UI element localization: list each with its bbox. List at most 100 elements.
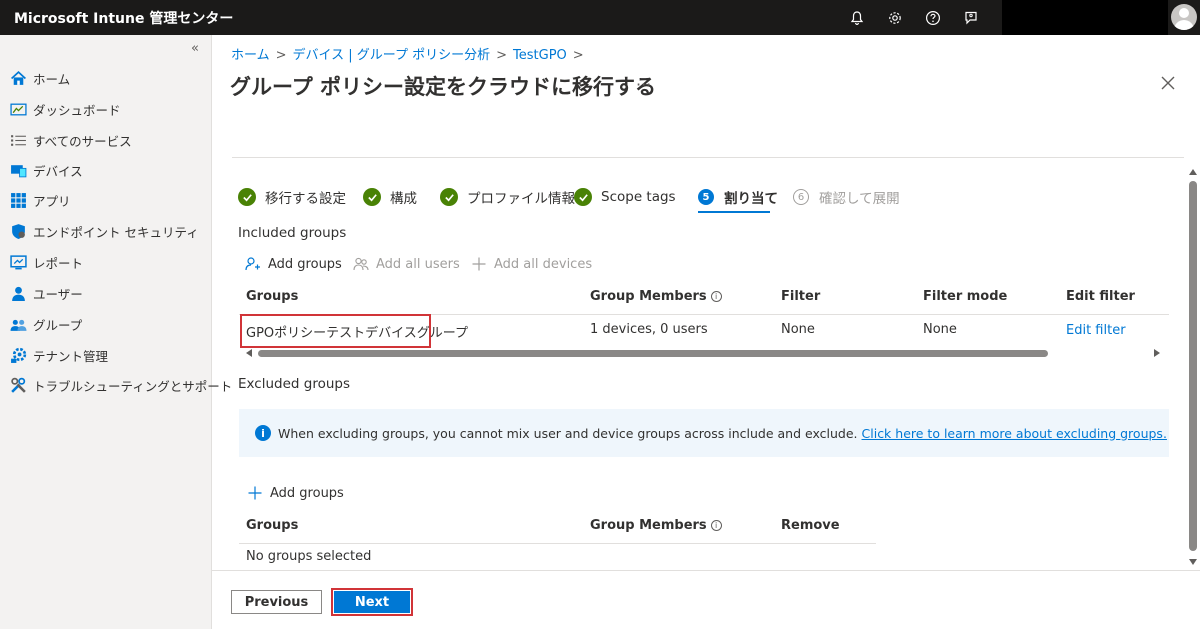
device-icon — [9, 161, 27, 179]
sidebar-item-home[interactable]: ホーム — [9, 64, 70, 92]
hscroll-thumb[interactable] — [258, 350, 1048, 357]
add-excluded-groups-button[interactable]: Add groups — [247, 483, 344, 503]
step-number: 6 — [793, 189, 809, 205]
avatar[interactable] — [1171, 4, 1197, 30]
account-info[interactable] — [1002, 0, 1168, 35]
bell-icon[interactable] — [846, 7, 868, 29]
footer-divider — [212, 570, 1200, 571]
scroll-right-icon[interactable] — [1154, 349, 1160, 357]
app-title[interactable]: Microsoft Intune 管理センター — [14, 8, 233, 28]
sidebar-item-devices[interactable]: デバイス — [9, 156, 83, 184]
page-title: グループ ポリシー設定をクラウドに移行する — [230, 75, 657, 99]
step-number: 5 — [698, 189, 714, 205]
previous-button[interactable]: Previous — [231, 590, 322, 614]
sidebar-item-label: すべてのサービス — [33, 133, 132, 149]
add-all-users-button[interactable]: Add all users — [353, 254, 460, 274]
col-label: Group Members — [590, 289, 707, 304]
breadcrumb-separator: > — [572, 48, 584, 63]
check-icon — [440, 188, 458, 206]
sidebar-item-all-services[interactable]: すべてのサービス — [9, 126, 132, 154]
check-icon — [574, 188, 592, 206]
excluded-col-remove: Remove — [781, 518, 840, 533]
users-icon — [353, 257, 369, 271]
sidebar-item-troubleshooting[interactable]: トラブルシューティングとサポート — [9, 371, 232, 399]
user-icon — [9, 284, 27, 302]
excluded-col-groups: Groups — [246, 518, 299, 533]
home-icon — [9, 69, 27, 87]
learn-more-excluding-link[interactable]: Click here to learn more about excluding… — [862, 426, 1167, 441]
add-groups-label: Add groups — [270, 485, 344, 501]
info-message: When excluding groups, you cannot mix us… — [278, 425, 858, 441]
check-icon — [238, 188, 256, 206]
col-label: Group Members — [590, 518, 707, 533]
sidebar: « ホーム ダッシュボード すべてのサービス デバイス アプリ エンドポイント … — [0, 35, 232, 629]
step-label: Scope tags — [601, 189, 676, 205]
top-bar: Microsoft Intune 管理センター — [0, 0, 1200, 35]
breadcrumb-home[interactable]: ホーム — [231, 48, 270, 63]
edit-filter-link[interactable]: Edit filter — [1066, 323, 1126, 338]
next-button[interactable]: Next — [331, 588, 413, 616]
included-group-members: 1 devices, 0 users — [590, 322, 708, 337]
step-label: 割り当て — [724, 191, 778, 207]
breadcrumb-separator: > — [496, 48, 508, 63]
sidebar-item-label: ダッシュボード — [33, 102, 121, 118]
sidebar-item-label: トラブルシューティングとサポート — [33, 378, 233, 394]
scroll-down-icon[interactable] — [1189, 559, 1197, 565]
scroll-thumb[interactable] — [1189, 181, 1197, 551]
add-groups-label: Add groups — [268, 256, 342, 272]
help-icon[interactable] — [922, 7, 944, 29]
add-all-devices-button[interactable]: Add all devices — [471, 254, 592, 274]
step-configuration[interactable]: 構成 — [363, 186, 417, 208]
gear-icon[interactable] — [884, 7, 906, 29]
included-group-filter: None — [781, 322, 815, 337]
collapse-sidebar-button[interactable]: « — [191, 41, 199, 56]
shield-icon — [9, 222, 27, 240]
breadcrumb-devices-gpo-analysis[interactable]: デバイス | グループ ポリシー分析 — [293, 48, 491, 63]
included-groups-title: Included groups — [238, 225, 347, 241]
info-icon: i — [255, 425, 271, 441]
col-filter-mode: Filter mode — [923, 289, 1008, 304]
step-label: 移行する設定 — [265, 191, 346, 207]
plus-icon — [472, 257, 486, 271]
step-scope-tags[interactable]: Scope tags — [574, 186, 676, 208]
horizontal-scrollbar[interactable] — [242, 348, 1162, 358]
add-included-groups-button[interactable]: Add groups — [245, 254, 342, 274]
active-step-indicator — [698, 211, 770, 213]
add-user-icon — [245, 257, 260, 271]
step-assignments[interactable]: 5 割り当て — [698, 186, 778, 208]
breadcrumb-separator: > — [275, 48, 287, 63]
step-label: 確認して展開 — [819, 191, 900, 207]
info-icon[interactable]: i — [710, 520, 722, 531]
sidebar-item-label: レポート — [33, 255, 84, 271]
sidebar-item-label: デバイス — [33, 163, 83, 179]
sidebar-item-groups[interactable]: グループ — [9, 310, 82, 338]
add-all-devices-label: Add all devices — [494, 256, 593, 272]
sidebar-item-dashboard[interactable]: ダッシュボード — [9, 95, 121, 123]
breadcrumb-testgpo[interactable]: TestGPO — [513, 48, 567, 63]
scroll-left-icon[interactable] — [246, 349, 252, 357]
step-review-deploy[interactable]: 6 確認して展開 — [793, 186, 900, 208]
sidebar-item-users[interactable]: ユーザー — [9, 279, 83, 307]
divider — [232, 157, 1184, 158]
scroll-up-icon[interactable] — [1189, 169, 1197, 175]
sidebar-item-tenant-admin[interactable]: テナント管理 — [9, 341, 108, 369]
tools-icon — [9, 376, 27, 394]
dashboard-icon — [9, 100, 27, 118]
more-options-button[interactable]: ··· — [636, 75, 651, 94]
step-profile-info[interactable]: プロファイル情報 — [440, 186, 575, 208]
col-filter: Filter — [781, 289, 821, 304]
close-button[interactable] — [1158, 73, 1178, 93]
feedback-icon[interactable] — [960, 7, 982, 29]
info-icon[interactable]: i — [710, 291, 722, 302]
sidebar-item-endpoint-security[interactable]: エンドポイント セキュリティ — [9, 217, 199, 245]
header-divider — [239, 543, 876, 544]
list-icon — [9, 131, 27, 149]
sidebar-item-apps[interactable]: アプリ — [9, 186, 71, 214]
vertical-scrollbar[interactable] — [1186, 165, 1200, 571]
sidebar-item-reports[interactable]: レポート — [9, 248, 83, 276]
no-groups-selected: No groups selected — [246, 549, 372, 564]
step-settings-to-migrate[interactable]: 移行する設定 — [238, 186, 346, 208]
col-groups: Groups — [246, 289, 299, 304]
included-group-name[interactable]: GPOポリシーテストデバイスグループ — [246, 322, 468, 341]
check-icon — [363, 188, 381, 206]
